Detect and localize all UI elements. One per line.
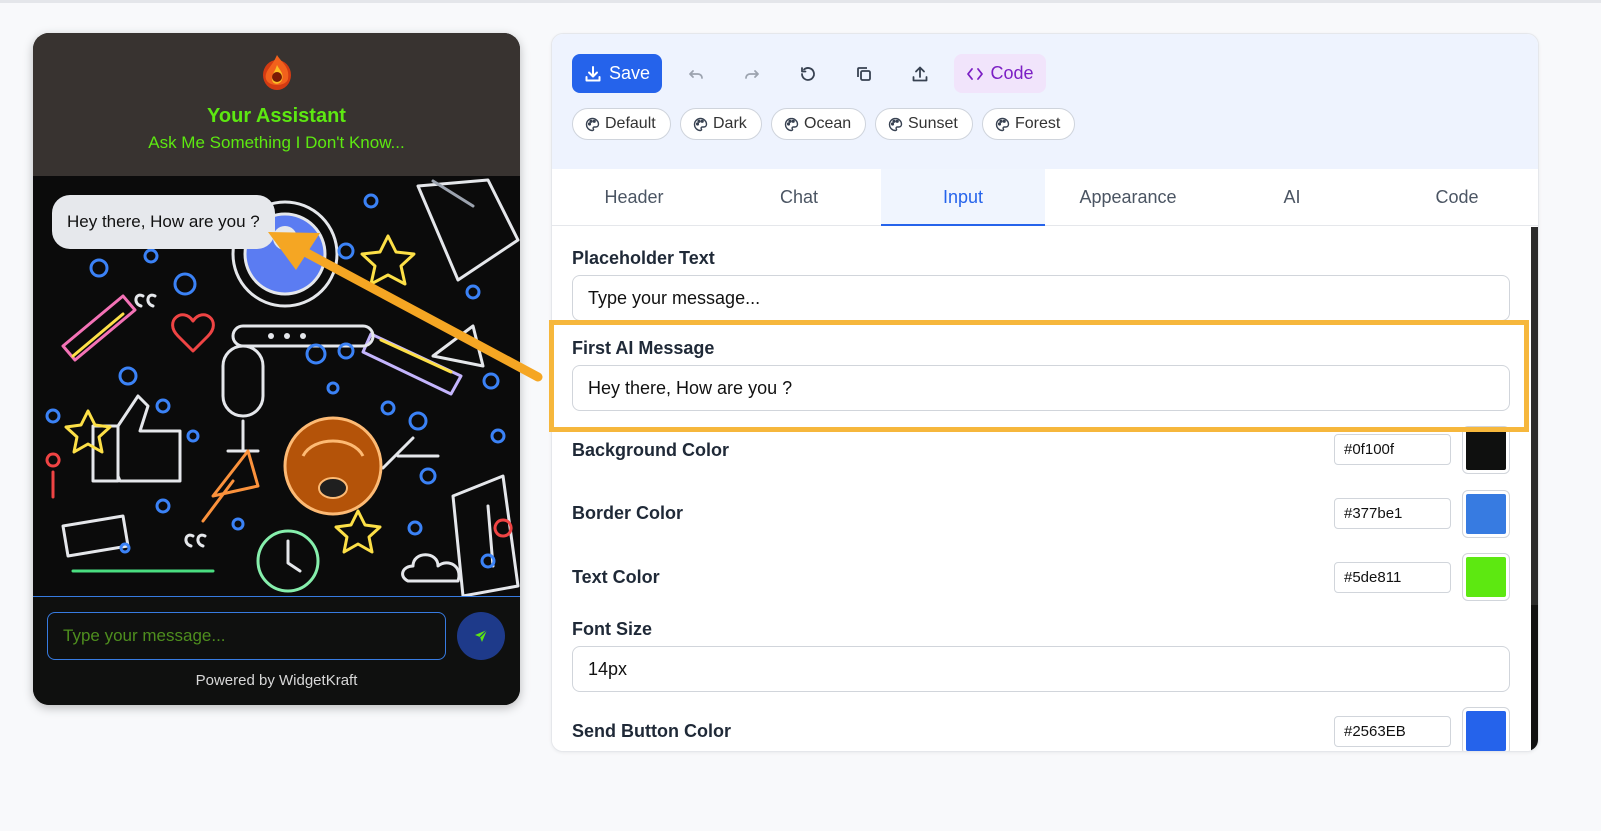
theme-label: Forest bbox=[1015, 115, 1061, 132]
first-ai-message-bubble: Hey there, How are you ? bbox=[52, 195, 275, 249]
settings-tabs: Header Chat Input Appearance AI Code bbox=[552, 169, 1538, 226]
widget-title: Your Assistant bbox=[207, 105, 346, 127]
palette-icon bbox=[888, 117, 903, 131]
widget-footer: Powered by WidgetKraft bbox=[33, 598, 520, 705]
placeholder-text-label: Placeholder Text bbox=[572, 248, 715, 268]
tab-input[interactable]: Input bbox=[881, 169, 1045, 226]
text-color-hex-field[interactable] bbox=[1334, 562, 1451, 593]
theme-label: Dark bbox=[713, 115, 747, 132]
send-button-color-label: Send Button Color bbox=[572, 721, 731, 741]
send-button[interactable] bbox=[457, 612, 505, 660]
reset-icon bbox=[800, 66, 815, 81]
undo-icon bbox=[688, 69, 703, 79]
settings-scrollbar-thumb[interactable] bbox=[1531, 227, 1538, 605]
background-color-hex-field[interactable] bbox=[1334, 434, 1451, 465]
reset-button[interactable] bbox=[788, 54, 827, 93]
download-icon bbox=[585, 65, 601, 81]
tab-ai[interactable]: AI bbox=[1210, 169, 1374, 226]
export-button[interactable] bbox=[900, 54, 939, 93]
palette-icon bbox=[995, 117, 1010, 131]
widget-subtitle: Ask Me Something I Don't Know... bbox=[148, 133, 405, 152]
chat-widget-preview: Your Assistant Ask Me Something I Don't … bbox=[33, 33, 520, 705]
redo-icon bbox=[744, 69, 759, 79]
input-settings-form: Placeholder Text First AI Message Backgr… bbox=[552, 227, 1531, 751]
send-button-color-swatch bbox=[1466, 711, 1506, 751]
chat-messages-area: Hey there, How are you ? bbox=[33, 176, 520, 597]
widget-header: Your Assistant Ask Me Something I Don't … bbox=[33, 33, 520, 176]
send-button-color-hex-field[interactable] bbox=[1334, 716, 1451, 747]
highlight-box bbox=[549, 320, 1529, 432]
theme-dark-button[interactable]: Dark bbox=[680, 108, 762, 140]
background-color-swatch bbox=[1466, 430, 1506, 470]
tab-chat[interactable]: Chat bbox=[717, 169, 881, 226]
theme-label: Sunset bbox=[908, 115, 958, 132]
code-icon bbox=[967, 67, 984, 80]
undo-button[interactable] bbox=[676, 54, 715, 93]
tab-header[interactable]: Header bbox=[552, 169, 716, 226]
theme-label: Ocean bbox=[804, 115, 852, 132]
text-color-label: Text Color bbox=[572, 567, 660, 587]
save-button[interactable]: Save bbox=[572, 54, 662, 93]
toolbar: Save Code Default Dark Ocean Sunset Fore… bbox=[552, 34, 1538, 169]
save-label: Save bbox=[608, 63, 651, 83]
font-size-label: Font Size bbox=[572, 619, 652, 639]
background-color-picker[interactable] bbox=[1462, 426, 1510, 474]
copy-button[interactable] bbox=[844, 54, 883, 93]
send-button-color-picker[interactable] bbox=[1462, 707, 1510, 751]
placeholder-text-field[interactable] bbox=[572, 275, 1510, 321]
code-button[interactable]: Code bbox=[954, 54, 1046, 93]
copy-icon bbox=[856, 66, 871, 81]
border-color-label: Border Color bbox=[572, 503, 684, 523]
palette-icon bbox=[693, 117, 708, 131]
border-color-swatch bbox=[1466, 494, 1506, 534]
background-color-label: Background Color bbox=[572, 440, 730, 460]
flame-logo-icon bbox=[263, 55, 291, 90]
upload-icon bbox=[912, 66, 927, 81]
font-size-field[interactable] bbox=[572, 646, 1510, 692]
text-color-picker[interactable] bbox=[1462, 553, 1510, 601]
redo-button[interactable] bbox=[732, 54, 771, 93]
tab-code[interactable]: Code bbox=[1375, 169, 1538, 226]
palette-icon bbox=[784, 117, 799, 131]
border-color-hex-field[interactable] bbox=[1334, 498, 1451, 529]
chat-message-input[interactable] bbox=[47, 612, 446, 660]
palette-icon bbox=[585, 117, 600, 131]
border-color-picker[interactable] bbox=[1462, 490, 1510, 538]
code-label: Code bbox=[990, 63, 1034, 83]
theme-forest-button[interactable]: Forest bbox=[982, 108, 1076, 140]
powered-by-text: Powered by WidgetKraft bbox=[195, 672, 358, 689]
page-top-border bbox=[0, 0, 1601, 3]
theme-sunset-button[interactable]: Sunset bbox=[875, 108, 973, 140]
theme-label: Default bbox=[605, 115, 656, 132]
text-color-swatch bbox=[1466, 557, 1506, 597]
theme-default-button[interactable]: Default bbox=[572, 108, 671, 140]
theme-ocean-button[interactable]: Ocean bbox=[771, 108, 867, 140]
tab-appearance[interactable]: Appearance bbox=[1046, 169, 1210, 226]
send-icon bbox=[475, 629, 488, 642]
